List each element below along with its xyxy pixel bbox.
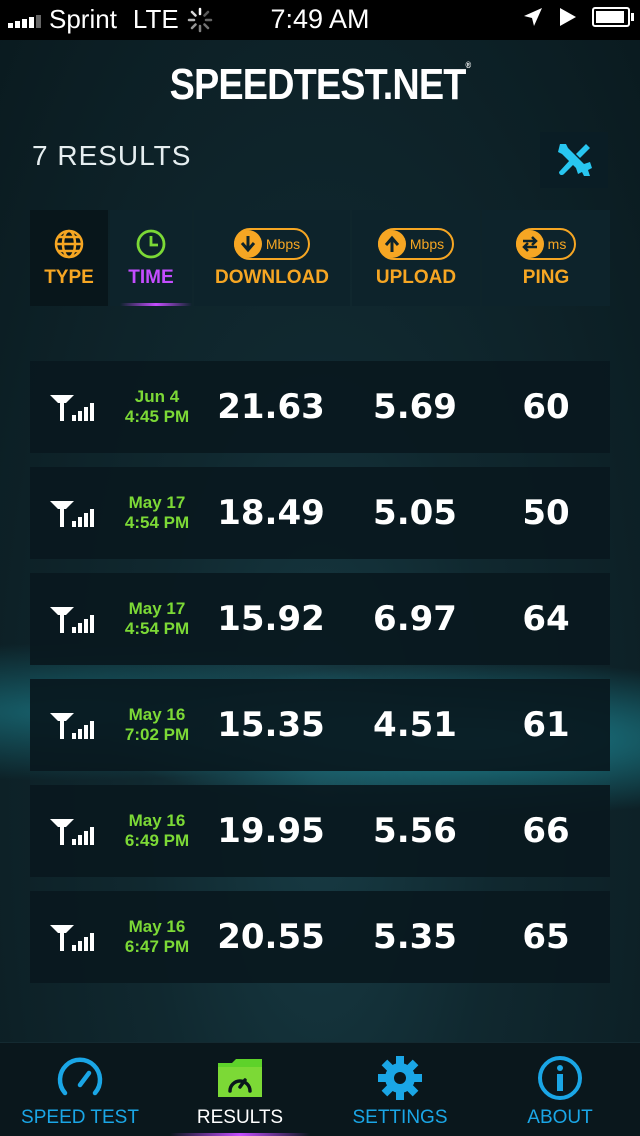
cellular-signal-icon	[48, 499, 96, 533]
result-upload: 5.69	[373, 387, 457, 427]
result-ping: 50	[522, 493, 570, 533]
tab-settings[interactable]: SETTINGS	[320, 1043, 480, 1136]
result-datetime: Jun 4 4:45 PM	[112, 387, 202, 427]
column-time[interactable]: TIME	[110, 210, 192, 306]
result-download: 21.63	[217, 387, 325, 427]
result-row[interactable]: May 16 6:47 PM 20.55 5.35 65	[30, 891, 610, 983]
ping-unit-pill: ms	[515, 228, 577, 260]
column-download-label: DOWNLOAD	[215, 267, 329, 288]
tab-settings-label: SETTINGS	[352, 1107, 448, 1128]
result-upload: 6.97	[373, 599, 457, 639]
registered-mark: ®	[465, 60, 471, 70]
column-download[interactable]: Mbps DOWNLOAD	[194, 210, 350, 306]
column-upload-label: UPLOAD	[375, 267, 457, 288]
tab-bar: SPEED TEST RESULTS SETTINGS ABOUT	[0, 1042, 640, 1136]
result-time: 6:49 PM	[124, 831, 190, 850]
cellular-signal-icon	[48, 393, 96, 427]
result-row[interactable]: May 17 4:54 PM 15.92 6.97 64	[30, 573, 610, 665]
result-ping: 65	[522, 917, 570, 957]
results-folder-icon	[218, 1059, 262, 1097]
column-type-label: TYPE	[44, 267, 94, 288]
result-date: May 16	[128, 811, 186, 830]
result-ping: 61	[522, 705, 570, 745]
column-ping[interactable]: ms PING	[482, 210, 610, 306]
column-type[interactable]: TYPE	[30, 210, 108, 306]
cellular-signal-icon	[48, 923, 96, 957]
result-ping: 60	[522, 387, 570, 427]
cellular-signal-icon	[48, 711, 96, 745]
column-time-label: TIME	[128, 267, 174, 288]
column-ping-label: PING	[522, 267, 570, 288]
results-list: Jun 4 4:45 PM 21.63 5.69 60 May 17 4:54 PM 18.4…	[30, 361, 610, 997]
globe-icon	[54, 229, 84, 259]
result-upload: 4.51	[373, 705, 457, 745]
clock-icon	[136, 229, 166, 259]
upload-unit: Mbps	[409, 236, 445, 252]
download-arrow-icon	[233, 230, 262, 258]
tab-speed-test[interactable]: SPEED TEST	[0, 1043, 160, 1136]
tab-about[interactable]: ABOUT	[480, 1043, 640, 1136]
result-time: 4:45 PM	[124, 407, 190, 426]
tools-button[interactable]	[540, 132, 608, 188]
result-ping: 66	[522, 811, 570, 851]
speedometer-icon	[57, 1057, 103, 1096]
wrench-screwdriver-icon	[558, 144, 592, 176]
battery-icon	[592, 7, 634, 27]
column-upload[interactable]: Mbps UPLOAD	[352, 210, 480, 306]
info-icon	[538, 1056, 582, 1100]
cellular-signal-icon	[48, 605, 96, 639]
play-icon	[560, 8, 576, 26]
download-unit-pill: Mbps	[233, 228, 311, 260]
app-logo: SPEEDTEST.NET®	[45, 60, 595, 110]
status-bar: Sprint LTE 7:49 AM	[0, 0, 640, 40]
tab-results-label: RESULTS	[196, 1107, 284, 1128]
result-download: 15.92	[217, 599, 325, 639]
result-time: 7:02 PM	[124, 725, 190, 744]
result-date: May 17	[128, 599, 186, 618]
result-date: May 16	[128, 705, 186, 724]
ping-unit: ms	[547, 236, 567, 252]
upload-unit-pill: Mbps	[377, 228, 455, 260]
column-header: TYPE TIME Mbps DOWNLOAD Mbps UPLOAD ms P…	[30, 210, 610, 306]
download-unit: Mbps	[265, 236, 301, 252]
speedtest-results-screen: Sprint LTE 7:49 AM SPEEDTEST.NET® 7 RESU…	[0, 0, 640, 1136]
result-download: 20.55	[217, 917, 325, 957]
results-count: 7 RESULTS	[32, 140, 192, 171]
result-ping: 64	[522, 599, 570, 639]
result-upload: 5.05	[373, 493, 457, 533]
result-download: 19.95	[217, 811, 325, 851]
ping-arrows-icon	[515, 230, 544, 258]
tab-speed-test-label: SPEED TEST	[21, 1107, 139, 1128]
result-date: May 16	[128, 917, 186, 936]
result-row[interactable]: Jun 4 4:45 PM 21.63 5.69 60	[30, 361, 610, 453]
result-datetime: May 16 7:02 PM	[112, 705, 202, 745]
result-time: 4:54 PM	[124, 513, 190, 532]
result-time: 6:47 PM	[124, 937, 190, 956]
result-row[interactable]: May 17 4:54 PM 18.49 5.05 50	[30, 467, 610, 559]
result-date: May 17	[128, 493, 186, 512]
result-download: 18.49	[217, 493, 325, 533]
result-time: 4:54 PM	[124, 619, 190, 638]
result-datetime: May 17 4:54 PM	[112, 493, 202, 533]
cellular-signal-icon	[48, 817, 96, 851]
status-right	[522, 6, 634, 28]
result-datetime: May 17 4:54 PM	[112, 599, 202, 639]
gear-icon	[378, 1056, 422, 1100]
result-upload: 5.56	[373, 811, 457, 851]
result-download: 15.35	[217, 705, 325, 745]
result-date: Jun 4	[134, 387, 180, 406]
result-datetime: May 16 6:49 PM	[112, 811, 202, 851]
app-logo-text: SPEEDTEST.NET	[169, 60, 467, 109]
upload-arrow-icon	[377, 230, 406, 258]
result-upload: 5.35	[373, 917, 457, 957]
tab-results[interactable]: RESULTS	[160, 1043, 320, 1136]
result-row[interactable]: May 16 6:49 PM 19.95 5.56 66	[30, 785, 610, 877]
result-row[interactable]: May 16 7:02 PM 15.35 4.51 61	[30, 679, 610, 771]
tab-about-label: ABOUT	[527, 1107, 593, 1128]
location-arrow-icon	[524, 8, 542, 26]
result-datetime: May 16 6:47 PM	[112, 917, 202, 957]
